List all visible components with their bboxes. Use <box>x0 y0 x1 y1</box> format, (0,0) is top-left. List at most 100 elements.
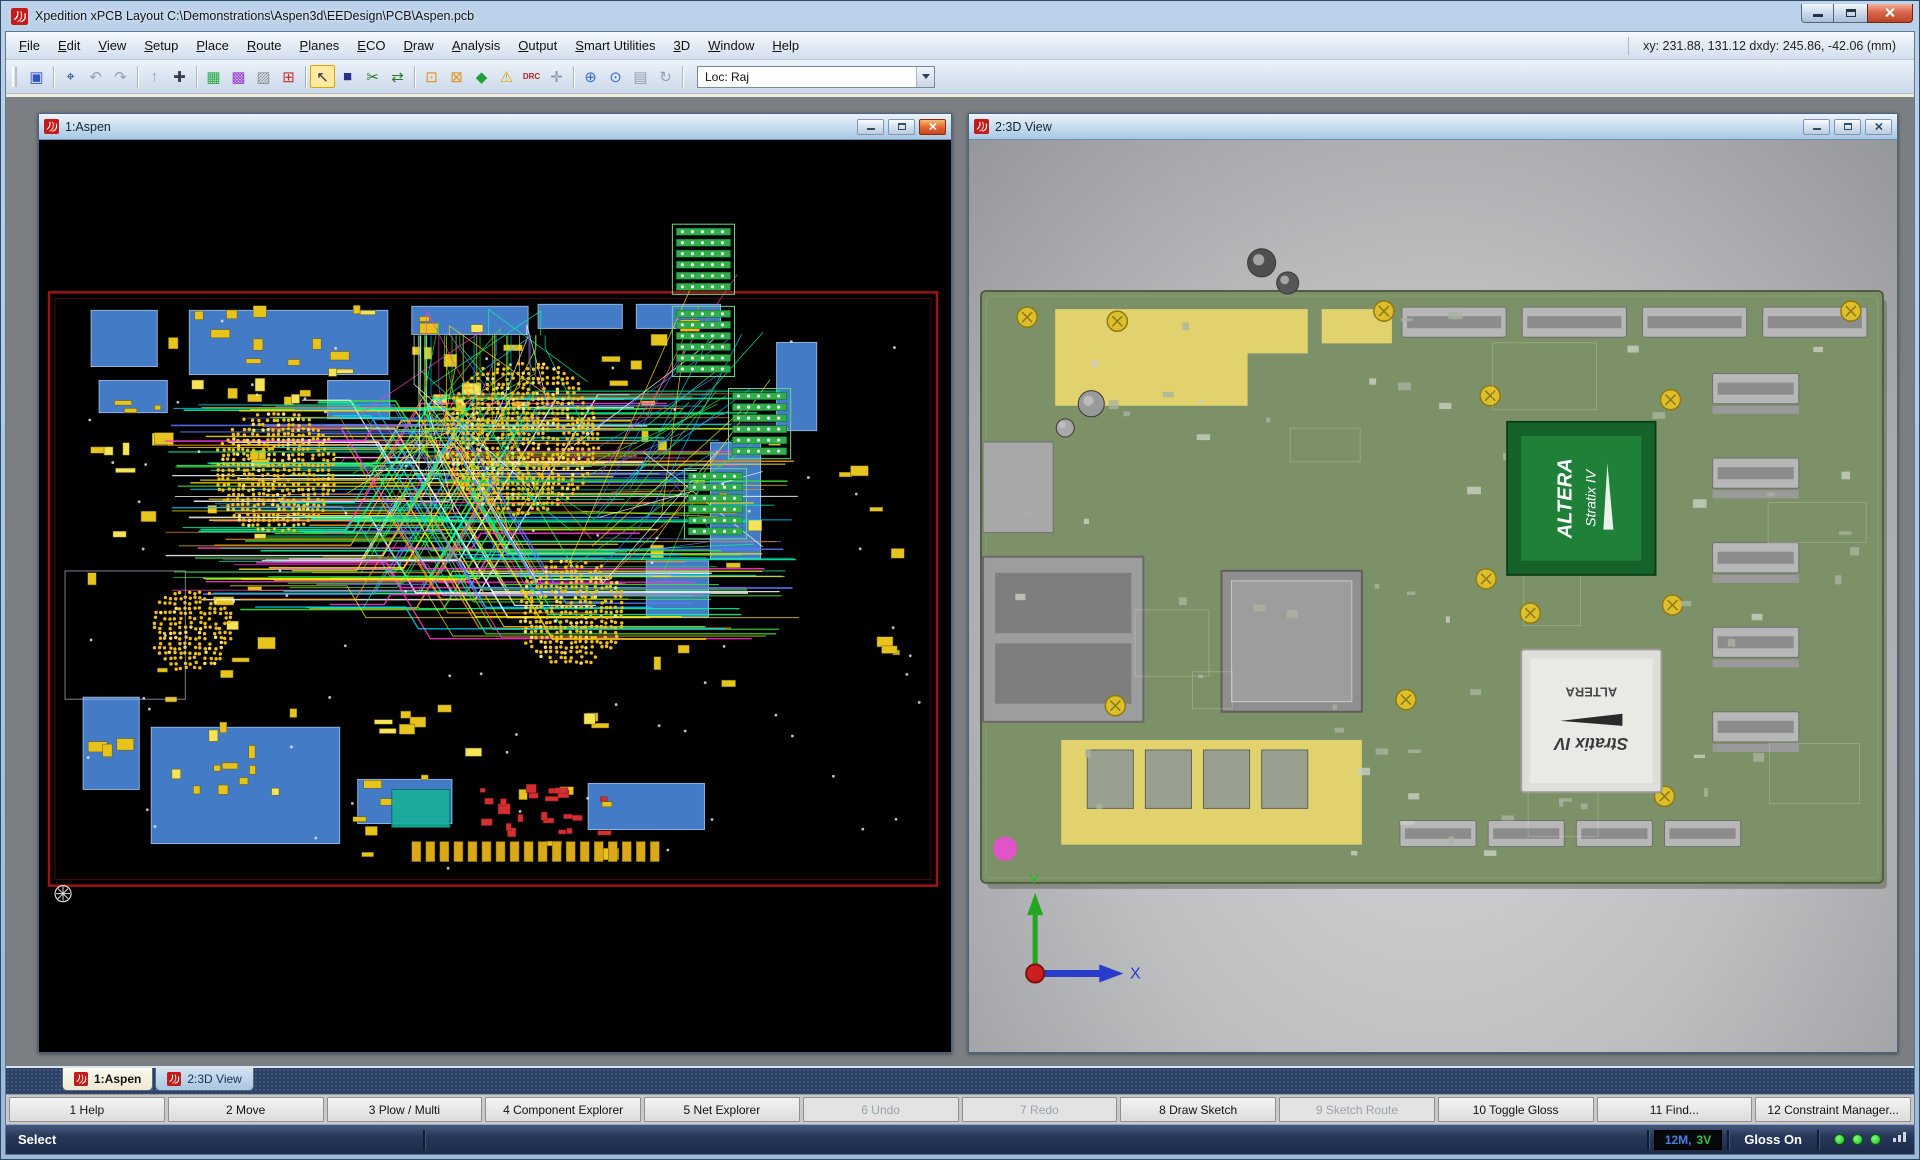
place-parts-icon[interactable]: ▩ <box>226 65 251 88</box>
chip-family-label: Stratix IV <box>1553 734 1628 753</box>
redraw-icon[interactable]: ↻ <box>653 65 678 88</box>
function-key-4-component-explorer[interactable]: 4 Component Explorer <box>485 1097 641 1122</box>
3d-minimize-button[interactable] <box>1803 119 1830 135</box>
menu-setup[interactable]: Setup <box>135 35 187 56</box>
aspen-close-button[interactable] <box>919 119 946 135</box>
aspen-titlebar[interactable]: 1:Aspen <box>39 114 951 140</box>
move-up-icon[interactable]: ↑ <box>142 65 167 88</box>
status-mode: Select <box>6 1132 418 1147</box>
function-key-8-draw-sketch[interactable]: 8 Draw Sketch <box>1120 1097 1276 1122</box>
route-mode-icon[interactable]: ✂ <box>360 65 385 88</box>
menu-draw[interactable]: Draw <box>394 35 442 56</box>
status-light-icon <box>1834 1134 1845 1145</box>
toolbar-separator <box>682 66 683 88</box>
menu-smart-utilities[interactable]: Smart Utilities <box>566 35 664 56</box>
drc-window-icon[interactable]: DRC <box>519 65 544 88</box>
function-key-5-net-explorer[interactable]: 5 Net Explorer <box>644 1097 800 1122</box>
combobox-dropdown-icon[interactable] <box>916 67 934 87</box>
coordinate-readout: xy: 231.88, 131.12 dxdy: 245.86, -42.06 … <box>1628 37 1910 55</box>
save-icon[interactable]: ▣ <box>24 65 49 88</box>
tab-3d-view-label: 2:3D View <box>187 1072 241 1086</box>
toolbar-grip[interactable] <box>12 67 17 87</box>
pcb-3d-canvas[interactable]: ALTERA Stratix IV Stratix IV <box>969 140 1897 1052</box>
status-lights <box>1824 1134 1891 1145</box>
mdi-workspace: 1:Aspen 2:3D View <box>6 94 1914 1066</box>
drc-ok-icon[interactable]: ◆ <box>469 65 494 88</box>
function-key-6-undo[interactable]: 6 Undo <box>803 1097 959 1122</box>
menu-output[interactable]: Output <box>509 35 566 56</box>
function-key-12-constraint-manager[interactable]: 12 Constraint Manager... <box>1755 1097 1911 1122</box>
3d-close-button[interactable] <box>1865 119 1892 135</box>
layer-indicator: 12M, 3V <box>1654 1130 1722 1150</box>
eco-mode-icon[interactable]: ⊞ <box>276 65 301 88</box>
function-key-9-sketch-route[interactable]: 9 Sketch Route <box>1279 1097 1435 1122</box>
chip-family-label: Stratix IV <box>1582 468 1598 527</box>
layer-count-via: 3V <box>1697 1133 1712 1147</box>
3d-view-titlebar[interactable]: 2:3D View <box>969 114 1897 140</box>
loc-combobox[interactable]: Loc: Raj <box>697 66 935 88</box>
menu-window[interactable]: Window <box>699 35 763 56</box>
drc-warning-icon[interactable]: ⚠ <box>494 65 519 88</box>
active-layer-swatch[interactable]: ■ <box>335 65 360 88</box>
menu-help[interactable]: Help <box>763 35 808 56</box>
hazards-batch-icon[interactable]: ⊠ <box>444 65 469 88</box>
menu-planes[interactable]: Planes <box>291 35 349 56</box>
menu-view[interactable]: View <box>89 35 135 56</box>
sheet-icon[interactable]: ▤ <box>628 65 653 88</box>
pcb-2d-canvas[interactable] <box>39 140 951 1052</box>
app-title: Xpedition xPCB Layout C:\Demonstrations\… <box>35 9 474 23</box>
function-key-1-help[interactable]: 1 Help <box>9 1097 165 1122</box>
3d-view-window-controls <box>1803 119 1892 135</box>
menu-place[interactable]: Place <box>187 35 238 56</box>
window-2d-aspen: 1:Aspen <box>38 113 952 1053</box>
maximize-button[interactable] <box>1834 4 1867 23</box>
function-key-11-find[interactable]: 11 Find... <box>1597 1097 1753 1122</box>
window-3d-view: 2:3D View <box>968 113 1898 1053</box>
menu-route[interactable]: Route <box>238 35 291 56</box>
undo-icon[interactable]: ↶ <box>83 65 108 88</box>
loc-combobox-value: Loc: Raj <box>705 70 749 84</box>
zoom-in-icon[interactable]: ⊕ <box>578 65 603 88</box>
aspen-minimize-button[interactable] <box>857 119 884 135</box>
menu-file[interactable]: File <box>10 35 49 56</box>
add-component-icon[interactable]: ✚ <box>167 65 192 88</box>
select-pointer-icon[interactable]: ↖ <box>310 65 335 88</box>
menu-analysis[interactable]: Analysis <box>443 35 509 56</box>
app-titlebar[interactable]: Xpedition xPCB Layout C:\Demonstrations\… <box>1 1 1919 31</box>
board-display-icon[interactable]: ▦ <box>201 65 226 88</box>
menu-eco[interactable]: ECO <box>348 35 394 56</box>
app-window: Xpedition xPCB Layout C:\Demonstrations\… <box>0 0 1920 1160</box>
window-controls <box>1801 4 1913 23</box>
close-button[interactable] <box>1867 4 1913 23</box>
function-key-7-redo[interactable]: 7 Redo <box>962 1097 1118 1122</box>
status-light-icon <box>1852 1134 1863 1145</box>
function-key-bar: 1 Help 2 Move 3 Plow / Multi 4 Component… <box>6 1094 1914 1124</box>
find-icon[interactable]: ⌖ <box>58 65 83 88</box>
toolbar-separator <box>573 66 574 88</box>
mentor-logo-icon <box>11 8 28 25</box>
toolbar-separator <box>137 66 138 88</box>
minimize-button[interactable] <box>1801 4 1834 23</box>
tune-route-icon[interactable]: ⇄ <box>385 65 410 88</box>
function-key-3-plow-multi[interactable]: 3 Plow / Multi <box>327 1097 483 1122</box>
drc-off-icon[interactable]: ✛ <box>544 65 569 88</box>
redo-icon[interactable]: ↷ <box>108 65 133 88</box>
tab-aspen[interactable]: 1:Aspen <box>62 1068 153 1091</box>
axis-y-label: Y <box>1029 871 1040 889</box>
function-key-10-toggle-gloss[interactable]: 10 Toggle Gloss <box>1438 1097 1594 1122</box>
aspen-restore-button[interactable] <box>888 119 915 135</box>
function-key-2-move[interactable]: 2 Move <box>168 1097 324 1122</box>
mentor-logo-icon <box>74 1072 88 1086</box>
tab-3d-view[interactable]: 2:3D View <box>155 1068 253 1091</box>
zoom-page-icon[interactable]: ⊙ <box>603 65 628 88</box>
chip-brand-label: ALTERA <box>1565 685 1617 700</box>
plane-display-icon[interactable]: ▨ <box>251 65 276 88</box>
hazards-icon[interactable]: ⊡ <box>419 65 444 88</box>
fpga-chip-green: ALTERA Stratix IV <box>1507 422 1655 575</box>
mentor-logo-icon <box>167 1072 181 1086</box>
3d-view-window-title: 2:3D View <box>995 120 1052 134</box>
menu-edit[interactable]: Edit <box>49 35 89 56</box>
menu-3d[interactable]: 3D <box>664 35 699 56</box>
3d-restore-button[interactable] <box>1834 119 1861 135</box>
toolbar-separator <box>53 66 54 88</box>
